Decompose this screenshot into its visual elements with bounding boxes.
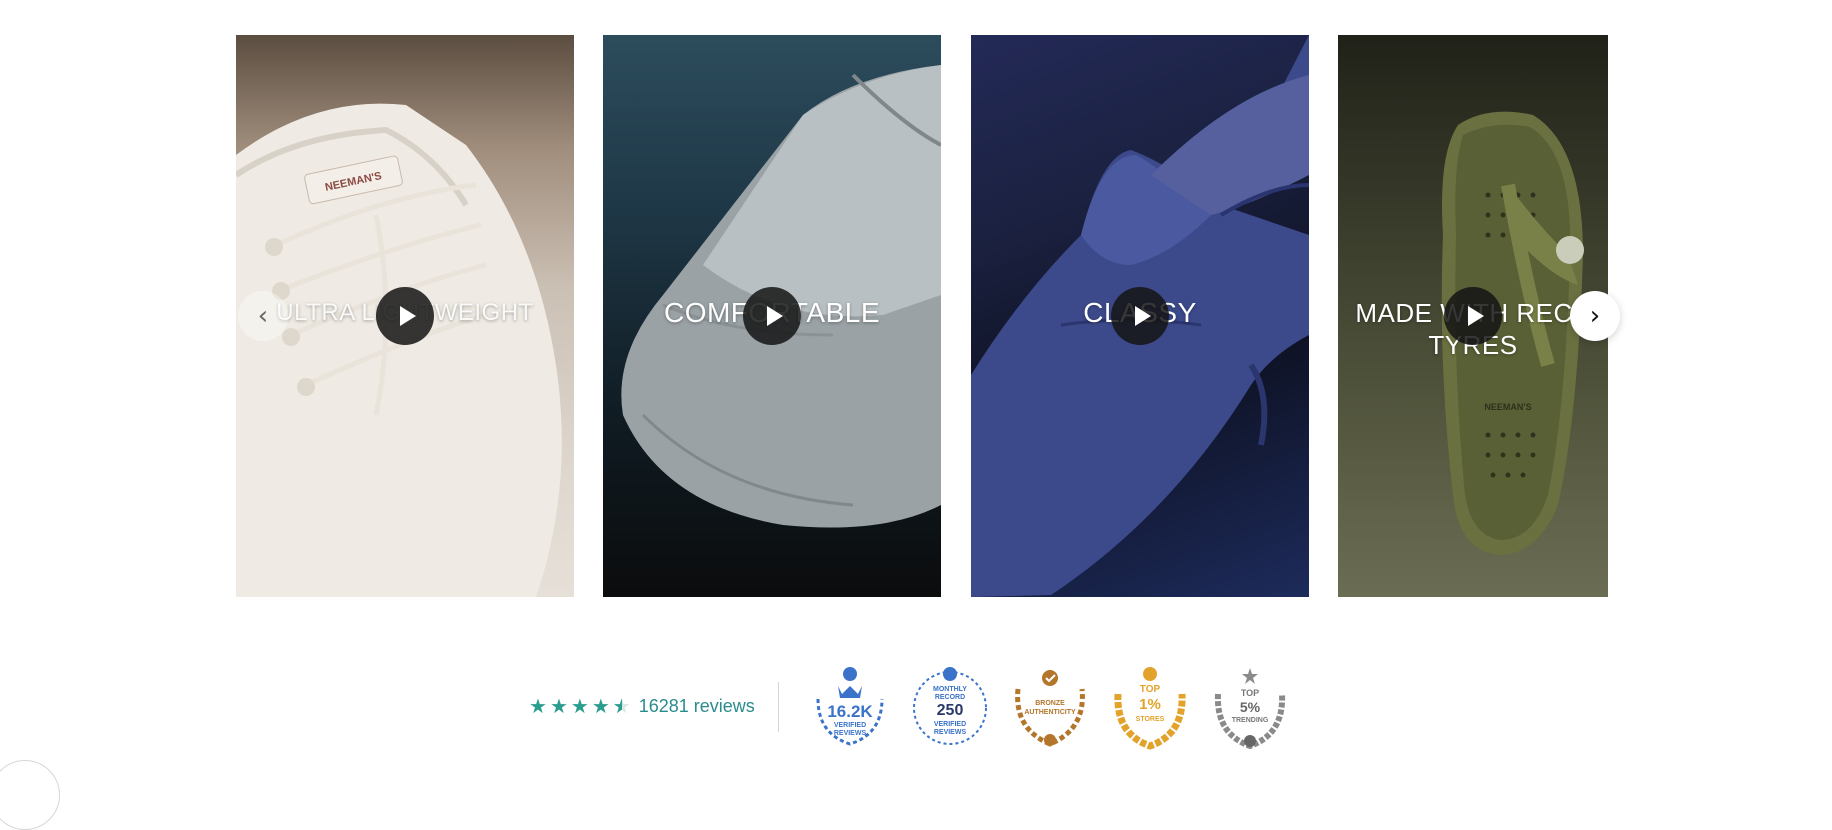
feature-video-carousel: NEEMAN'S ULTRA LIGHTWEIGHT COMFORTABLE [236, 35, 1608, 597]
badge-label: REVIEWS [933, 729, 967, 736]
video-card-classy[interactable]: CLASSY [971, 35, 1309, 597]
carousel-prev-button[interactable]: ‹ [238, 291, 288, 341]
badge-label: RECORD [934, 694, 966, 701]
star-icon: ★ [529, 694, 547, 718]
star-icon: ★ [549, 694, 568, 718]
divider [778, 682, 779, 732]
play-icon [399, 306, 416, 326]
trust-badges: 16.2K VERIFIED REVIEWS MONTHLY RECORD 25… [810, 664, 1290, 750]
badge-top-trending: TOP 5% TRENDING [1210, 664, 1290, 750]
badge-label: AUTHENTICITY [1024, 709, 1076, 716]
play-button[interactable] [1444, 287, 1502, 345]
review-count-link[interactable]: 16281 reviews [639, 696, 755, 717]
badge-label: VERIFIED [933, 721, 967, 728]
badge-value: 5% [1239, 699, 1261, 715]
badge-verified-reviews: 16.2K VERIFIED REVIEWS [810, 664, 890, 750]
badge-label: VERIFIED [833, 722, 867, 729]
badge-label: STORES [1135, 716, 1165, 723]
badge-label: TOP [1240, 688, 1260, 698]
floating-widget-button[interactable] [0, 760, 60, 830]
half-star-icon: ★ [613, 696, 631, 716]
star-icon: ★ [591, 694, 610, 718]
badge-value: 16.2K [827, 702, 873, 721]
reviews-summary[interactable]: ★ ★ ★ ★ ★ 16281 reviews [529, 690, 755, 722]
star-icon: ★ [570, 694, 589, 718]
play-button[interactable] [376, 287, 434, 345]
badge-value: 250 [936, 702, 964, 719]
play-icon [1467, 306, 1484, 326]
video-card-recycled-tyres[interactable]: NEEMAN'S MADE WITH RECY TYRES [1338, 35, 1608, 597]
badge-label: TOP [1139, 684, 1161, 695]
badge-top-stores: TOP 1% STORES [1110, 664, 1190, 750]
svg-text:NEEMAN'S: NEEMAN'S [1484, 402, 1531, 412]
badge-monthly-record: MONTHLY RECORD 250 VERIFIED REVIEWS [910, 664, 990, 750]
carousel-next-button[interactable]: › [1570, 291, 1620, 341]
badge-bronze-authenticity: BRONZE AUTHENTICITY [1010, 664, 1090, 750]
laurel-wreath-icon [1015, 670, 1085, 747]
chevron-right-icon: › [1589, 301, 1601, 331]
badge-value: 1% [1139, 696, 1161, 713]
badge-label: MONTHLY [933, 686, 967, 693]
play-button[interactable] [1111, 287, 1169, 345]
rating-stars: ★ ★ ★ ★ ★ [529, 696, 631, 716]
play-icon [766, 306, 783, 326]
play-button[interactable] [743, 287, 801, 345]
chevron-left-icon: ‹ [257, 301, 269, 331]
play-icon [1134, 306, 1151, 326]
badge-label: REVIEWS [833, 730, 867, 737]
badge-label: TRENDING [1231, 717, 1269, 724]
video-card-comfortable[interactable]: COMFORTABLE [603, 35, 941, 597]
badge-label: BRONZE [1035, 700, 1065, 707]
